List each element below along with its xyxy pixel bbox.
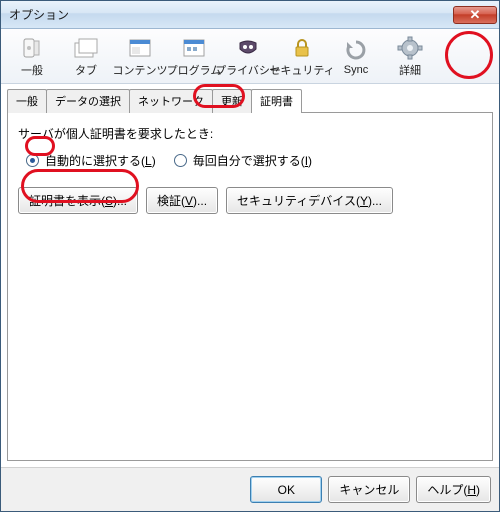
tab-label: 一般: [21, 62, 43, 78]
tab-advanced[interactable]: 詳細: [383, 31, 437, 83]
privacy-mask-icon: [234, 36, 262, 60]
subtab-general[interactable]: 一般: [7, 89, 47, 113]
options-window: オプション ✕ 一般 タブ コンテンツ プログラム: [0, 0, 500, 512]
tab-content[interactable]: コンテンツ: [113, 31, 167, 83]
tab-programs[interactable]: プログラム: [167, 31, 221, 83]
window-title: オプション: [9, 6, 453, 23]
dialog-footer: OK キャンセル ヘルプ(H): [1, 467, 499, 511]
sub-tabs: 一般 データの選択 ネットワーク 更新 証明書: [7, 88, 499, 112]
tab-privacy[interactable]: プライバシー: [221, 31, 275, 83]
security-devices-button[interactable]: セキュリティデバイス(Y)...: [226, 187, 393, 214]
subtab-certificates[interactable]: 証明書: [251, 89, 302, 113]
tab-label: プログラム: [167, 62, 222, 78]
help-button[interactable]: ヘルプ(H): [416, 476, 491, 503]
validation-button[interactable]: 検証(V)...: [146, 187, 218, 214]
radio-icon: [26, 154, 39, 167]
tab-label: タブ: [75, 62, 97, 78]
ok-button[interactable]: OK: [250, 476, 322, 503]
tab-label: 詳細: [399, 62, 421, 78]
tabs-icon: [72, 36, 100, 60]
category-toolbar: 一般 タブ コンテンツ プログラム プライバシー: [1, 29, 499, 84]
view-certificates-button[interactable]: 証明書を表示(S)...: [18, 187, 138, 214]
subtab-data[interactable]: データの選択: [46, 89, 130, 113]
radio-auto-select[interactable]: 自動的に選択する(L): [26, 152, 156, 169]
tab-label: セキュリティ: [269, 62, 334, 78]
gear-icon: [396, 36, 424, 60]
tab-general[interactable]: 一般: [5, 31, 59, 83]
general-icon: [18, 36, 46, 60]
subtab-network[interactable]: ネットワーク: [129, 89, 213, 113]
close-button[interactable]: ✕: [453, 6, 497, 24]
radio-ask-each-time[interactable]: 毎回自分で選択する(I): [174, 152, 312, 169]
tab-sync[interactable]: Sync: [329, 31, 383, 83]
programs-icon: [180, 36, 208, 60]
close-icon: ✕: [470, 7, 481, 23]
radio-auto-label: 自動的に選択する(L): [45, 152, 156, 169]
tab-tabs[interactable]: タブ: [59, 31, 113, 83]
radio-each-label: 毎回自分で選択する(I): [193, 152, 312, 169]
tab-label: コンテンツ: [113, 62, 168, 78]
certificates-panel: サーバが個人証明書を要求したとき: 自動的に選択する(L) 毎回自分で選択する(…: [7, 112, 493, 461]
subtab-update[interactable]: 更新: [212, 89, 252, 113]
content-icon: [126, 36, 154, 60]
tab-label: Sync: [344, 64, 368, 76]
cert-request-heading: サーバが個人証明書を要求したとき:: [18, 125, 213, 142]
radio-icon: [174, 154, 187, 167]
titlebar: オプション ✕: [1, 1, 499, 29]
lock-icon: [288, 36, 316, 60]
tab-security[interactable]: セキュリティ: [275, 31, 329, 83]
cancel-button[interactable]: キャンセル: [328, 476, 410, 503]
sync-icon: [342, 38, 370, 62]
